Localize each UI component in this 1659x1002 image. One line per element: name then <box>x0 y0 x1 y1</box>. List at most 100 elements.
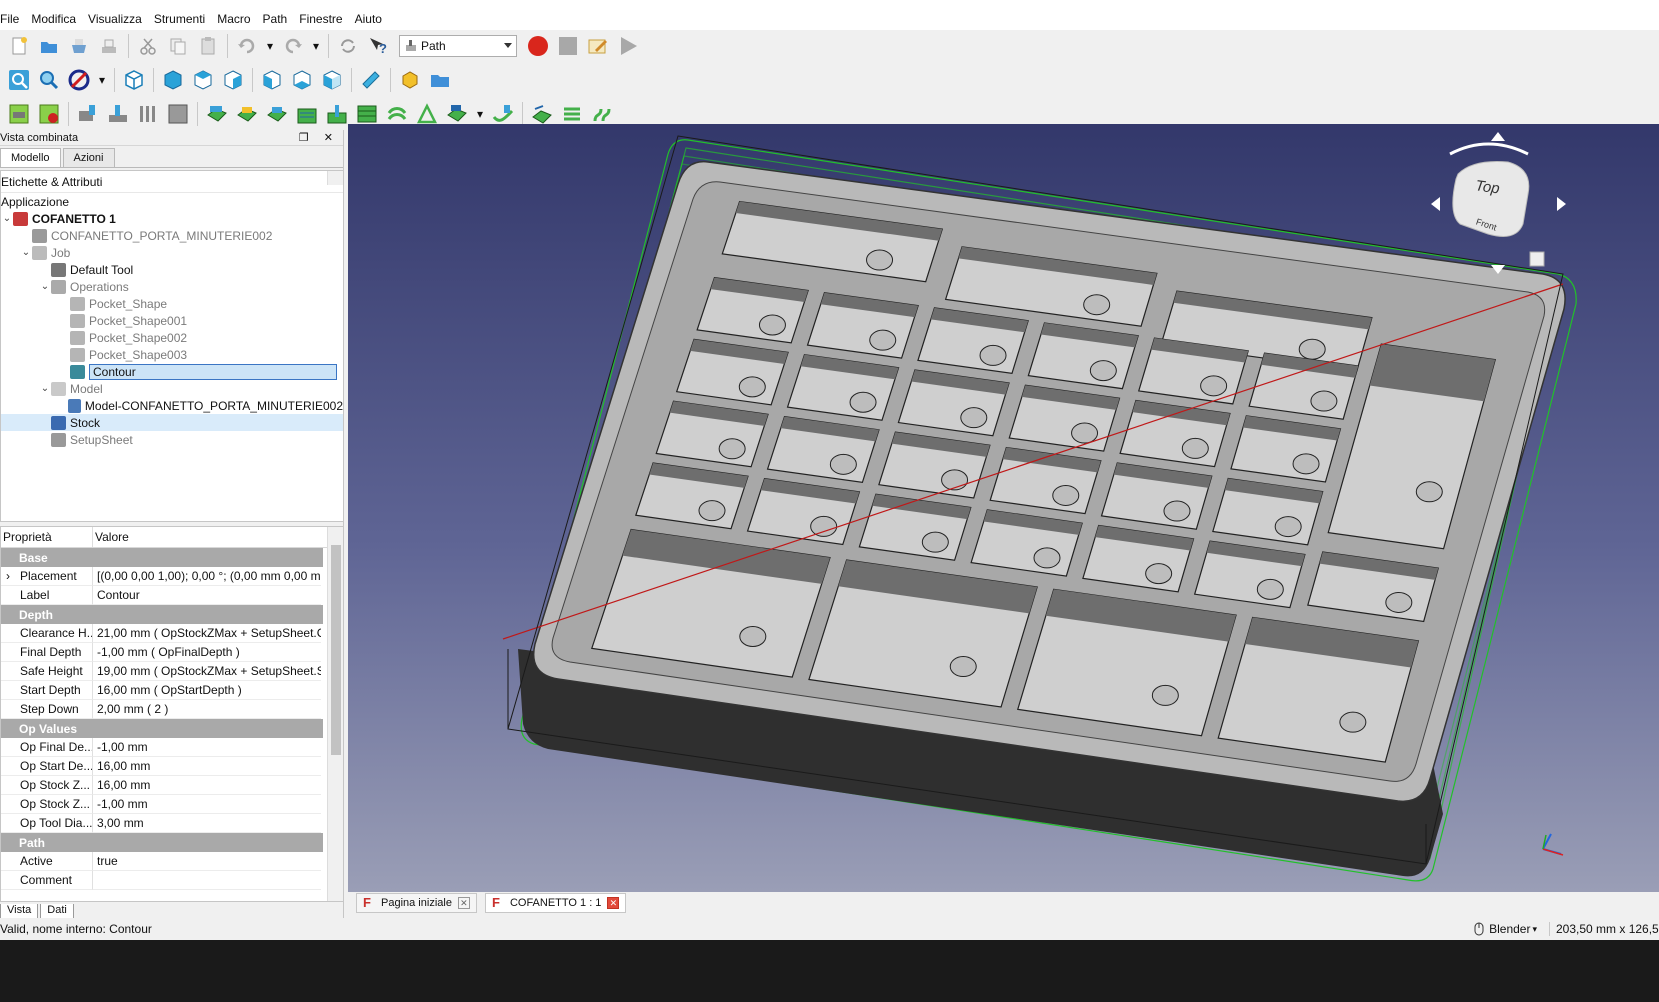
menu-aiuto[interactable]: Aiuto <box>355 12 390 26</box>
path-engrave-icon[interactable] <box>415 102 439 126</box>
path-simulator-icon[interactable] <box>106 102 130 126</box>
expand-arrow-icon[interactable]: ⌄ <box>39 383 51 394</box>
tree-scrollbar[interactable] <box>327 171 343 185</box>
tree-item[interactable]: Model-CONFANETTO_PORTA_MINUTERIE002 <box>1 397 343 414</box>
property-value[interactable]: 3,00 mm <box>93 814 321 833</box>
path-face-icon[interactable] <box>355 102 379 126</box>
view-right-icon[interactable] <box>221 68 245 92</box>
property-value[interactable]: 16,00 mm <box>93 757 321 776</box>
cut-icon[interactable] <box>136 34 160 58</box>
property-row[interactable]: Step Down 2,00 mm ( 2 ) <box>1 700 343 719</box>
property-value[interactable]: 16,00 mm ( OpStartDepth ) <box>93 681 321 700</box>
undo-dropdown-icon[interactable]: ▾ <box>265 34 275 58</box>
menu-modifica[interactable]: Modifica <box>31 12 84 26</box>
macro-stop-icon[interactable] <box>556 34 580 58</box>
whats-this-icon[interactable]: ? <box>366 34 390 58</box>
property-row[interactable]: Final Depth -1,00 mm ( OpFinalDepth ) <box>1 643 343 662</box>
expand-arrow-icon[interactable]: ⌄ <box>1 213 13 224</box>
property-value[interactable]: true <box>93 852 321 871</box>
3d-viewport[interactable]: Top Front <box>348 124 1659 892</box>
refresh-icon[interactable] <box>336 34 360 58</box>
property-value[interactable]: 19,00 mm ( OpStockZMax + SetupSheet.S... <box>93 662 321 681</box>
property-row[interactable]: Op Tool Dia... 3,00 mm <box>1 814 343 833</box>
close-icon[interactable]: ✕ <box>607 897 620 909</box>
property-group-header[interactable]: Depth <box>1 605 323 624</box>
property-scrollbar[interactable] <box>327 527 343 901</box>
navigation-cube[interactable]: Top Front <box>1431 132 1566 274</box>
property-row[interactable]: › Placement [(0,00 0,00 1,00); 0,00 °; (0,… <box>1 567 343 586</box>
path-pocket-icon[interactable] <box>235 102 259 126</box>
menu-macro[interactable]: Macro <box>217 12 258 26</box>
property-value[interactable]: Contour <box>93 586 321 605</box>
property-row[interactable]: Op Stock Z... -1,00 mm <box>1 795 343 814</box>
view-front-icon[interactable] <box>161 68 185 92</box>
tree-item[interactable]: ⌄ Model <box>1 380 343 397</box>
view-axonometric-icon[interactable] <box>122 68 146 92</box>
tree-item[interactable]: ⌄ Operations <box>1 278 343 295</box>
path-compound-icon[interactable] <box>590 102 614 126</box>
property-value[interactable]: [(0,00 0,00 1,00); 0,00 °; (0,00 mm 0,00… <box>93 567 321 586</box>
paste-icon[interactable] <box>196 34 220 58</box>
redo-icon[interactable] <box>281 34 305 58</box>
tree-item[interactable]: CONFANETTO_PORTA_MINUTERIE002 <box>1 227 343 244</box>
new-file-icon[interactable] <box>7 34 31 58</box>
path-tool-controller-icon[interactable] <box>166 102 190 126</box>
tree-item[interactable]: Pocket_Shape002 <box>1 329 343 346</box>
property-row[interactable]: Comment <box>1 871 343 890</box>
path-adaptive-icon[interactable] <box>295 102 319 126</box>
path-array-icon[interactable] <box>560 102 584 126</box>
expand-arrow-icon[interactable]: ⌄ <box>20 247 32 258</box>
macro-run-icon[interactable] <box>616 34 640 58</box>
menu-strumenti[interactable]: Strumenti <box>154 12 213 26</box>
property-scrollbar-thumb[interactable] <box>331 545 341 755</box>
macro-edit-icon[interactable] <box>586 34 610 58</box>
path-post-process-icon[interactable] <box>37 102 61 126</box>
path-helix-icon[interactable] <box>385 102 409 126</box>
path-3d-dropdown-icon[interactable]: ▾ <box>475 102 485 126</box>
path-pocket-shape-icon[interactable] <box>265 102 289 126</box>
tree-item[interactable]: Default Tool <box>1 261 343 278</box>
property-value[interactable]: 2,00 mm ( 2 ) <box>93 700 321 719</box>
navcube-right-arrow[interactable] <box>1557 197 1566 211</box>
path-3d-pocket-icon[interactable] <box>445 102 469 126</box>
path-inspect-icon[interactable] <box>76 102 100 126</box>
view-left-icon[interactable] <box>320 68 344 92</box>
fit-selection-icon[interactable] <box>37 68 61 92</box>
save-as-icon[interactable] <box>97 34 121 58</box>
property-value[interactable]: 16,00 mm <box>93 776 321 795</box>
property-group-header[interactable]: Path <box>1 833 323 852</box>
navcube-rotate-arrow[interactable] <box>1449 142 1529 156</box>
property-row[interactable]: Start Depth 16,00 mm ( OpStartDepth ) <box>1 681 343 700</box>
navcube-top-label[interactable]: Top <box>1474 177 1501 197</box>
doc-tab-cofanetto[interactable]: F COFANETTO 1 : 1 ✕ <box>484 893 627 913</box>
tree-item[interactable]: SetupSheet <box>1 431 343 448</box>
property-value[interactable] <box>93 871 321 890</box>
navcube-up-arrow[interactable] <box>1491 132 1505 141</box>
tree-item[interactable]: Pocket_Shape001 <box>1 312 343 329</box>
navigation-style-selector[interactable]: Blender ▾ <box>1473 922 1537 936</box>
menu-file[interactable]: File <box>0 12 27 26</box>
open-folder-icon[interactable] <box>37 34 61 58</box>
redo-dropdown-icon[interactable]: ▾ <box>311 34 321 58</box>
undo-icon[interactable] <box>235 34 259 58</box>
property-row[interactable]: Clearance H... 21,00 mm ( OpStockZMax + S… <box>1 624 343 643</box>
macro-record-icon[interactable] <box>526 34 550 58</box>
property-row[interactable]: Op Final De... -1,00 mm <box>1 738 343 757</box>
3d-model-render[interactable]: Top Front <box>348 124 1659 892</box>
property-row[interactable]: Label Contour <box>1 586 343 605</box>
property-row[interactable]: Active true <box>1 852 343 871</box>
tree-item[interactable]: Pocket_Shape003 <box>1 346 343 363</box>
draw-style-icon[interactable] <box>67 68 91 92</box>
view-rear-icon[interactable] <box>260 68 284 92</box>
dock-controls[interactable]: ❐ ✕ <box>299 131 339 144</box>
path-job-icon[interactable] <box>7 102 31 126</box>
property-row[interactable]: Safe Height 19,00 mm ( OpStockZMax + Setu… <box>1 662 343 681</box>
tab-modello[interactable]: Modello <box>0 148 61 167</box>
path-drilling-icon[interactable] <box>325 102 349 126</box>
save-icon[interactable] <box>67 34 91 58</box>
expand-arrow-icon[interactable]: › <box>6 569 10 583</box>
view-top-icon[interactable] <box>191 68 215 92</box>
tree-item[interactable]: Stock <box>1 414 343 431</box>
menu-finestre[interactable]: Finestre <box>299 12 350 26</box>
path-profile-icon[interactable] <box>205 102 229 126</box>
